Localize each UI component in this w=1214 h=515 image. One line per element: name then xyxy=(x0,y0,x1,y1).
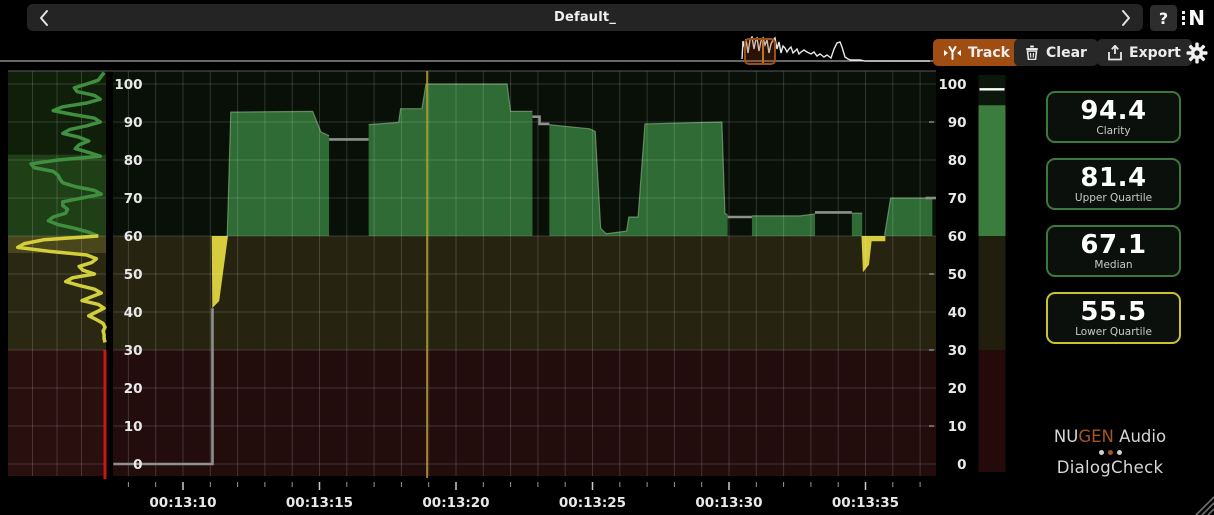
svg-text:00:13:25: 00:13:25 xyxy=(559,495,626,511)
svg-text:10: 10 xyxy=(948,419,967,435)
svg-text:00:13:10: 00:13:10 xyxy=(149,495,216,511)
svg-text:30: 30 xyxy=(948,343,967,359)
svg-text:00:13:30: 00:13:30 xyxy=(695,495,762,511)
upper-quartile-value: 81.4 xyxy=(1080,165,1146,191)
export-icon xyxy=(1108,45,1122,61)
meter-peak-marker xyxy=(980,88,1005,90)
median-value: 67.1 xyxy=(1080,232,1146,258)
svg-text:00:13:35: 00:13:35 xyxy=(832,495,899,511)
stat-lower-quartile: 55.5 Lower Quartile xyxy=(1046,292,1181,344)
resize-grip[interactable] xyxy=(1186,487,1214,515)
brand-dots-icon xyxy=(1030,450,1190,455)
clarity-value: 94.4 xyxy=(1080,98,1146,124)
svg-text:40: 40 xyxy=(124,305,143,321)
svg-text:50: 50 xyxy=(124,267,143,283)
svg-text:100: 100 xyxy=(938,77,966,93)
svg-text:20: 20 xyxy=(948,381,967,397)
median-label: Median xyxy=(1094,260,1132,271)
svg-text:80: 80 xyxy=(124,153,143,169)
brand-name: NUGEN Audio xyxy=(1030,427,1190,446)
export-button[interactable]: Export xyxy=(1097,39,1192,66)
svg-text:50: 50 xyxy=(948,267,967,283)
svg-text:0: 0 xyxy=(957,457,966,473)
logo-n-letter: N xyxy=(1188,8,1205,28)
svg-text:30: 30 xyxy=(124,343,143,359)
trash-icon xyxy=(1025,45,1039,60)
track-button-label: Track xyxy=(968,45,1010,61)
track-playhead-icon xyxy=(944,46,961,60)
lower-quartile-value: 55.5 xyxy=(1080,299,1146,325)
clarity-label: Clarity xyxy=(1096,126,1130,137)
stat-median: 67.1 Median xyxy=(1046,225,1181,277)
svg-text:00:13:20: 00:13:20 xyxy=(422,495,489,511)
svg-text:10: 10 xyxy=(124,419,143,435)
upper-quartile-label: Upper Quartile xyxy=(1075,193,1152,204)
help-button[interactable]: ? xyxy=(1150,5,1177,31)
stat-clarity: 94.4 Clarity xyxy=(1046,91,1181,143)
svg-text:40: 40 xyxy=(948,305,967,321)
export-button-label: Export xyxy=(1129,45,1181,61)
svg-text:60: 60 xyxy=(124,229,143,245)
lower-quartile-label: Lower Quartile xyxy=(1075,327,1152,338)
overview-sparkline[interactable] xyxy=(0,36,1010,68)
overview-selection-window[interactable] xyxy=(745,39,775,64)
clear-button[interactable]: Clear xyxy=(1014,39,1098,66)
svg-text:70: 70 xyxy=(948,191,967,207)
svg-text:70: 70 xyxy=(124,191,143,207)
svg-text:90: 90 xyxy=(948,115,967,131)
settings-button[interactable] xyxy=(1184,40,1209,65)
clear-button-label: Clear xyxy=(1046,45,1087,61)
logo-dots-icon xyxy=(1182,11,1185,26)
svg-text:00:13:15: 00:13:15 xyxy=(286,495,353,511)
svg-text:60: 60 xyxy=(948,229,967,245)
value-bar-meter xyxy=(979,88,1006,236)
stat-upper-quartile: 81.4 Upper Quartile xyxy=(1046,158,1181,210)
svg-text:90: 90 xyxy=(124,115,143,131)
back-button[interactable] xyxy=(27,4,61,31)
track-button[interactable]: Track xyxy=(933,39,1021,66)
svg-text:80: 80 xyxy=(948,153,967,169)
svg-text:0: 0 xyxy=(133,457,142,473)
svg-text:100: 100 xyxy=(114,77,142,93)
forward-button[interactable] xyxy=(1109,4,1143,31)
preset-title[interactable]: Default_ xyxy=(554,10,616,25)
svg-text:20: 20 xyxy=(124,381,143,397)
branding-block: NUGEN Audio DialogCheck xyxy=(1030,427,1190,477)
title-bar: Default_ xyxy=(27,4,1143,31)
gear-icon xyxy=(1186,42,1208,64)
chevron-left-icon xyxy=(38,8,50,28)
nugen-logo: N xyxy=(1182,6,1205,30)
product-name: DialogCheck xyxy=(1030,458,1190,477)
chevron-right-icon xyxy=(1120,8,1132,28)
x-axis: 00:13:10 00:13:15 00:13:20 00:13:25 00:13:30… xyxy=(128,482,920,511)
